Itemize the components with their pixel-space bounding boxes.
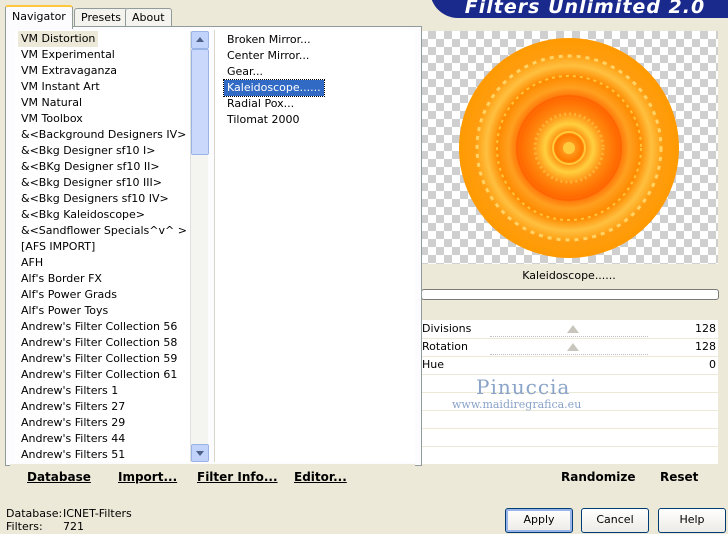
tab-label: Presets (81, 11, 122, 24)
list-item[interactable]: Andrew's Filters 1 (18, 383, 121, 399)
slider-thumb-icon[interactable] (567, 325, 579, 333)
param-value: 0 (709, 358, 716, 371)
slider-track (490, 336, 648, 337)
app-banner: Filters Unlimited 2.0 (430, 0, 728, 18)
category-scrollbar[interactable] (190, 31, 209, 462)
app-title: Filters Unlimited 2.0 (464, 0, 706, 18)
list-item[interactable]: Center Mirror... (224, 48, 312, 64)
param-label: Rotation (422, 340, 469, 353)
list-item[interactable]: Andrew's Filters 51 (18, 447, 128, 462)
list-item[interactable]: &<Bkg Designer sf10 I> (18, 143, 159, 159)
list-item[interactable]: &<Sandflower Specials^v^ > (18, 223, 190, 239)
list-item[interactable]: Radial Pox... (224, 96, 297, 112)
list-item[interactable]: Andrew's Filter Collection 56 (18, 319, 180, 335)
list-item[interactable]: VM Distortion (18, 31, 99, 47)
database-value: ICNET-Filters (63, 507, 132, 520)
watermark-url: www.maidiregrafica.eu (452, 398, 582, 411)
scroll-down-button[interactable] (191, 444, 209, 462)
list-item[interactable]: Andrew's Filter Collection 59 (18, 351, 180, 367)
list-item[interactable]: Andrew's Filters 29 (18, 415, 128, 431)
list-item[interactable]: VM Experimental (18, 47, 118, 63)
tab-presets[interactable]: Presets (74, 8, 129, 26)
list-item[interactable]: Tilomat 2000 (224, 112, 302, 128)
tab-about[interactable]: About (125, 8, 172, 26)
tab-navigator[interactable]: Navigator (5, 5, 73, 29)
list-item[interactable]: &<Bkg Designer sf10 III> (18, 175, 165, 191)
list-item[interactable]: [AFS IMPORT] (18, 239, 98, 255)
param-label: Hue (422, 358, 445, 371)
reset-button[interactable]: Reset (660, 470, 698, 484)
list-item[interactable]: &<BKg Designer sf10 II> (18, 159, 163, 175)
tab-label: About (132, 11, 165, 24)
slider-thumb-icon[interactable] (567, 343, 579, 351)
list-item[interactable]: Andrew's Filter Collection 61 (18, 367, 180, 383)
category-list[interactable]: VM Distortion VM Experimental VM Extrava… (15, 30, 190, 462)
param-row-empty (420, 446, 718, 465)
param-row-empty (420, 428, 718, 447)
scroll-up-button[interactable] (191, 31, 209, 49)
chevron-down-icon (196, 451, 204, 456)
database-button[interactable]: Database (27, 469, 91, 485)
list-item[interactable]: VM Extravaganza (18, 63, 120, 79)
list-item[interactable]: &<Bkg Kaleidoscope> (18, 207, 148, 223)
filter-info-button[interactable]: Filter Info... (197, 469, 278, 485)
param-row-empty (420, 410, 718, 429)
list-item[interactable]: AFH (18, 255, 46, 271)
apply-button[interactable]: Apply (505, 508, 573, 533)
filters-count-label: Filters: (6, 520, 43, 533)
list-item[interactable]: &<Background Designers IV> (18, 127, 189, 143)
list-item[interactable]: Alf's Border FX (18, 271, 105, 287)
list-item[interactable]: VM Natural (18, 95, 85, 111)
import-button[interactable]: Import... (118, 469, 177, 485)
slider-track (490, 354, 648, 355)
scroll-thumb[interactable] (191, 49, 209, 155)
filter-list[interactable]: Broken Mirror... Center Mirror... Gear..… (214, 30, 415, 462)
list-item-selected[interactable]: Kaleidoscope...... (223, 79, 325, 97)
randomize-button[interactable]: Randomize (561, 470, 635, 484)
filters-count-value: 721 (63, 520, 84, 533)
database-label: Database: (6, 507, 63, 520)
kaleidoscope-preview-image (459, 38, 679, 258)
help-button[interactable]: Help (658, 508, 726, 533)
param-row-hue[interactable]: Hue 0 (420, 356, 718, 375)
param-row-rotation[interactable]: Rotation 128 (420, 338, 718, 357)
list-item[interactable]: Andrew's Filters 27 (18, 399, 128, 415)
list-item[interactable]: VM Toolbox (18, 111, 86, 127)
list-item[interactable]: &<Bkg Designers sf10 IV> (18, 191, 172, 207)
list-item[interactable]: Alf's Power Grads (18, 287, 120, 303)
chevron-up-icon (196, 37, 204, 42)
param-label: Divisions (422, 322, 472, 335)
list-item[interactable]: VM Instant Art (18, 79, 103, 95)
cancel-button[interactable]: Cancel (581, 508, 649, 533)
watermark-title: Pinuccia (476, 375, 571, 399)
list-item[interactable]: Andrew's Filters 44 (18, 431, 128, 447)
progress-bar (421, 289, 719, 300)
list-item[interactable]: Andrew's Filter Collection 58 (18, 335, 180, 351)
tab-label: Navigator (12, 10, 66, 23)
preview-filter-name: Kaleidoscope...... (420, 267, 718, 285)
param-row-divisions[interactable]: Divisions 128 (420, 320, 718, 339)
list-item[interactable]: Gear... (224, 64, 266, 80)
list-item[interactable]: Alf's Power Toys (18, 303, 111, 319)
param-value: 128 (695, 322, 716, 335)
list-item[interactable]: Broken Mirror... (224, 32, 314, 48)
preview-canvas[interactable] (420, 31, 718, 264)
param-value: 128 (695, 340, 716, 353)
editor-button[interactable]: Editor... (294, 469, 347, 485)
